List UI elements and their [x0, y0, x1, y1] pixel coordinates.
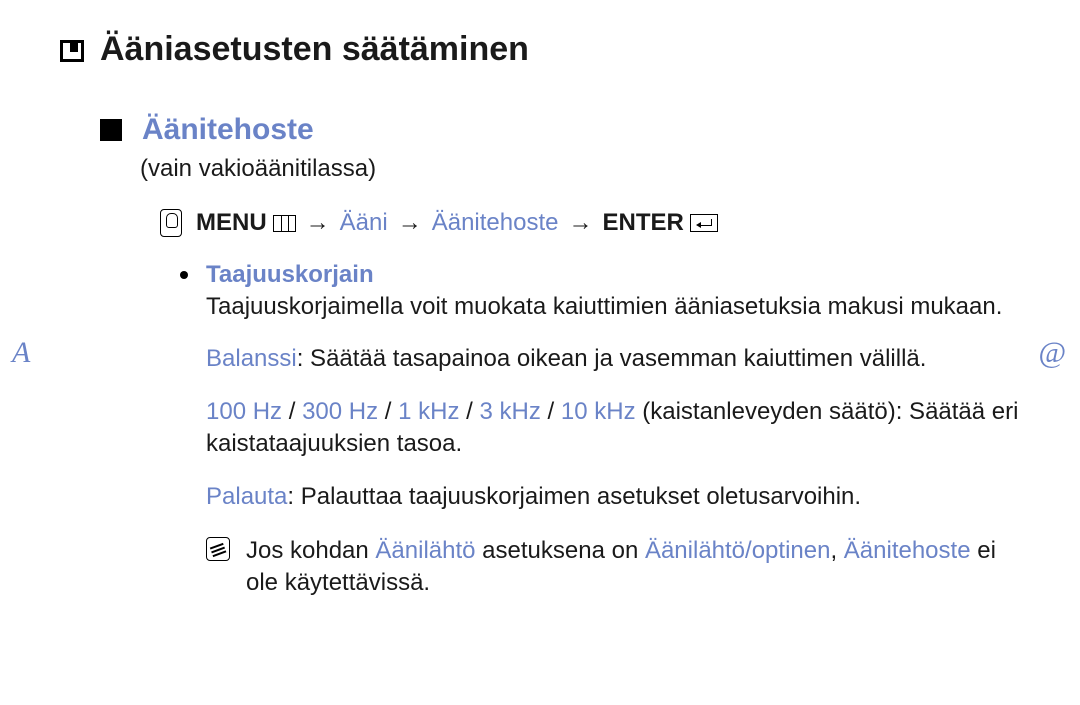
- path-step-effect: Äänitehoste: [432, 209, 559, 237]
- balance-line: Balanssi: Säätää tasapainoa oikean ja va…: [206, 343, 1020, 375]
- bookmark-icon: [60, 40, 84, 62]
- note-row: Jos kohdan Äänilähtö asetuksena on Äänil…: [206, 535, 1020, 600]
- balance-label: Balanssi: [206, 345, 297, 372]
- freq-3k: 3 kHz: [480, 398, 541, 425]
- reset-label: Palauta: [206, 483, 287, 510]
- document-page: Ääniasetusten säätäminen Äänitehoste (va…: [0, 0, 1080, 630]
- reset-rest: : Palauttaa taajuuskorjaimen asetukset o…: [287, 483, 861, 510]
- note-term2: Äänilähtö/optinen: [645, 537, 830, 564]
- bullet-dot-icon: [180, 271, 188, 279]
- page-title: Ääniasetusten säätäminen: [100, 30, 529, 69]
- arrow-icon: →: [302, 209, 334, 237]
- enter-label: ENTER: [602, 209, 683, 237]
- arrow-icon: →: [394, 209, 426, 237]
- freq-10k: 10 kHz: [561, 398, 636, 425]
- menu-path: MENU → Ääni → Äänitehoste → ENTER: [160, 209, 1020, 237]
- equalizer-desc: Taajuuskorjaimella voit muokata kaiuttim…: [206, 291, 1020, 323]
- note-pre: Jos kohdan: [246, 537, 375, 564]
- balance-rest: : Säätää tasapainoa oikean ja vasemman k…: [297, 345, 927, 372]
- section-heading: Äänitehoste: [142, 113, 314, 147]
- arrow-icon: →: [564, 209, 596, 237]
- menu-grid-icon: [273, 215, 296, 232]
- note-body: Jos kohdan Äänilähtö asetuksena on Äänil…: [246, 535, 1020, 600]
- freq-line: 100 Hz / 300 Hz / 1 kHz / 3 kHz / 10 kHz…: [206, 396, 1020, 461]
- note-mid1: asetuksena on: [476, 537, 645, 564]
- equalizer-item: Taajuuskorjain: [180, 261, 1020, 289]
- note-sep: ,: [830, 537, 843, 564]
- freq-sep: /: [541, 398, 561, 425]
- enter-key-icon: [690, 214, 718, 232]
- menu-label: MENU: [196, 209, 267, 237]
- next-page-button[interactable]: @: [1038, 336, 1066, 370]
- freq-1k: 1 kHz: [398, 398, 459, 425]
- reset-line: Palauta: Palauttaa taajuuskorjaimen aset…: [206, 481, 1020, 513]
- freq-sep: /: [282, 398, 302, 425]
- note-term1: Äänilähtö: [375, 537, 475, 564]
- square-bullet-icon: [100, 119, 122, 141]
- section-subtitle: (vain vakioäänitilassa): [140, 155, 1020, 183]
- freq-sep: /: [378, 398, 398, 425]
- remote-hand-icon: [160, 209, 182, 237]
- section-sound-effect: Äänitehoste (vain vakioäänitilassa) MENU…: [100, 113, 1020, 600]
- path-step-sound: Ääni: [340, 209, 388, 237]
- prev-page-button[interactable]: A: [12, 336, 30, 370]
- freq-100: 100 Hz: [206, 398, 282, 425]
- note-icon: [206, 537, 230, 561]
- freq-300: 300 Hz: [302, 398, 378, 425]
- title-row: Ääniasetusten säätäminen: [60, 30, 1020, 69]
- freq-sep: /: [459, 398, 479, 425]
- note-term3: Äänitehoste: [844, 537, 971, 564]
- equalizer-title: Taajuuskorjain: [206, 261, 374, 289]
